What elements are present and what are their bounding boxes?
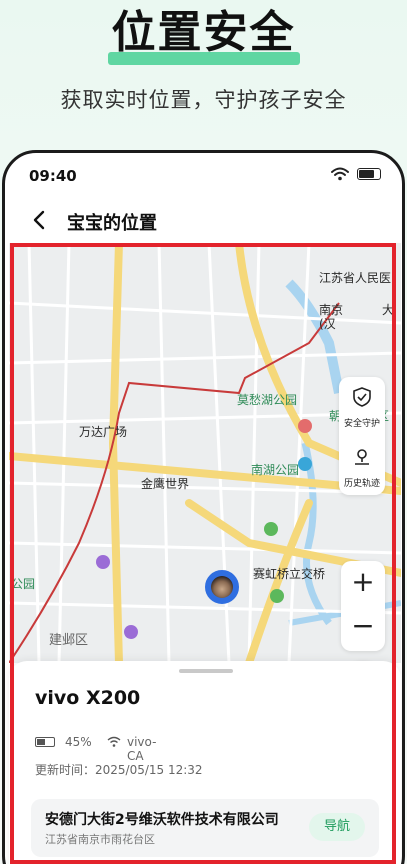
- map-label-wanda: 万达广场: [79, 425, 128, 439]
- map-label-da: 大: [382, 303, 395, 317]
- update-time: 更新时间：2025/05/15 12:32: [35, 763, 203, 777]
- nav-bar: 宝宝的位置: [5, 199, 402, 285]
- wifi-small-icon: [107, 736, 121, 747]
- park-marker-icon: [264, 522, 278, 536]
- battery-icon: [357, 168, 381, 180]
- status-bar: 09:40: [5, 153, 402, 197]
- wifi-icon: [331, 167, 349, 181]
- address-main: 安德门大街2号维沃软件技术有限公司: [45, 812, 279, 828]
- battery-small-icon: [35, 737, 55, 747]
- phone-frame: 09:40 宝宝的位置 江苏省人民医 南京 (汉 大 莫愁湖公园 万达广场 南湖…: [2, 150, 405, 864]
- map-label-hospital: 江苏省人民医: [319, 271, 392, 285]
- map-label-jinying: 金鹰世界: [141, 477, 190, 491]
- mall-marker-icon-2: [124, 625, 138, 639]
- page-title: 宝宝的位置: [67, 213, 157, 234]
- zoom-out-button[interactable]: −: [341, 605, 385, 649]
- zoom-in-button[interactable]: +: [341, 561, 385, 605]
- hospital-marker-icon: [298, 419, 312, 433]
- battery-percent: 45%: [65, 735, 92, 749]
- back-icon[interactable]: [29, 208, 51, 232]
- mall-marker-icon: [96, 555, 110, 569]
- safety-guard-label: 安全守护: [343, 419, 380, 429]
- map-label-jianye: 建邺区: [49, 633, 89, 648]
- track-pin-icon: [355, 449, 369, 465]
- map-label-park-left: 公园: [11, 577, 36, 591]
- shield-icon: [353, 387, 371, 407]
- navigate-button[interactable]: 导航: [309, 813, 365, 841]
- map-side-controls: 安全守护 历史轨迹: [339, 377, 385, 495]
- device-name: vivo X200: [35, 687, 141, 709]
- map-label-han: (汉: [319, 317, 336, 331]
- map-view[interactable]: 江苏省人民医 南京 (汉 大 莫愁湖公园 朝天宫景区 万达广场 南湖公园 金鹰世…: [9, 243, 401, 705]
- safety-guard-button[interactable]: 安全守护: [339, 377, 385, 435]
- device-info-sheet: vivo X200 45% vivo-CA 更新时间：2025/05/15 12…: [9, 661, 401, 864]
- park-marker-icon-2: [270, 589, 284, 603]
- child-location-avatar[interactable]: [205, 570, 239, 604]
- promo-subtitle: 获取实时位置，守护孩子安全: [60, 88, 347, 112]
- address-sub: 江苏省南京市雨花台区: [45, 833, 155, 846]
- status-time: 09:40: [29, 167, 77, 185]
- promo-title: 位置安全: [111, 7, 296, 58]
- map-label-saihong: 赛虹桥立交桥: [253, 567, 326, 581]
- map-label-moshou-park: 莫愁湖公园: [237, 393, 298, 407]
- address-card: 安德门大街2号维沃软件技术有限公司 江苏省南京市雨花台区 导航: [31, 799, 379, 857]
- sheet-drag-handle[interactable]: [179, 669, 233, 673]
- wifi-name: vivo-CA: [127, 735, 157, 763]
- history-track-button[interactable]: 历史轨迹: [339, 437, 385, 495]
- zoom-controls: + −: [341, 561, 385, 651]
- school-marker-icon: [298, 457, 312, 471]
- history-track-label: 历史轨迹: [343, 479, 380, 489]
- map-label-nanhu-park: 南湖公园: [251, 463, 300, 477]
